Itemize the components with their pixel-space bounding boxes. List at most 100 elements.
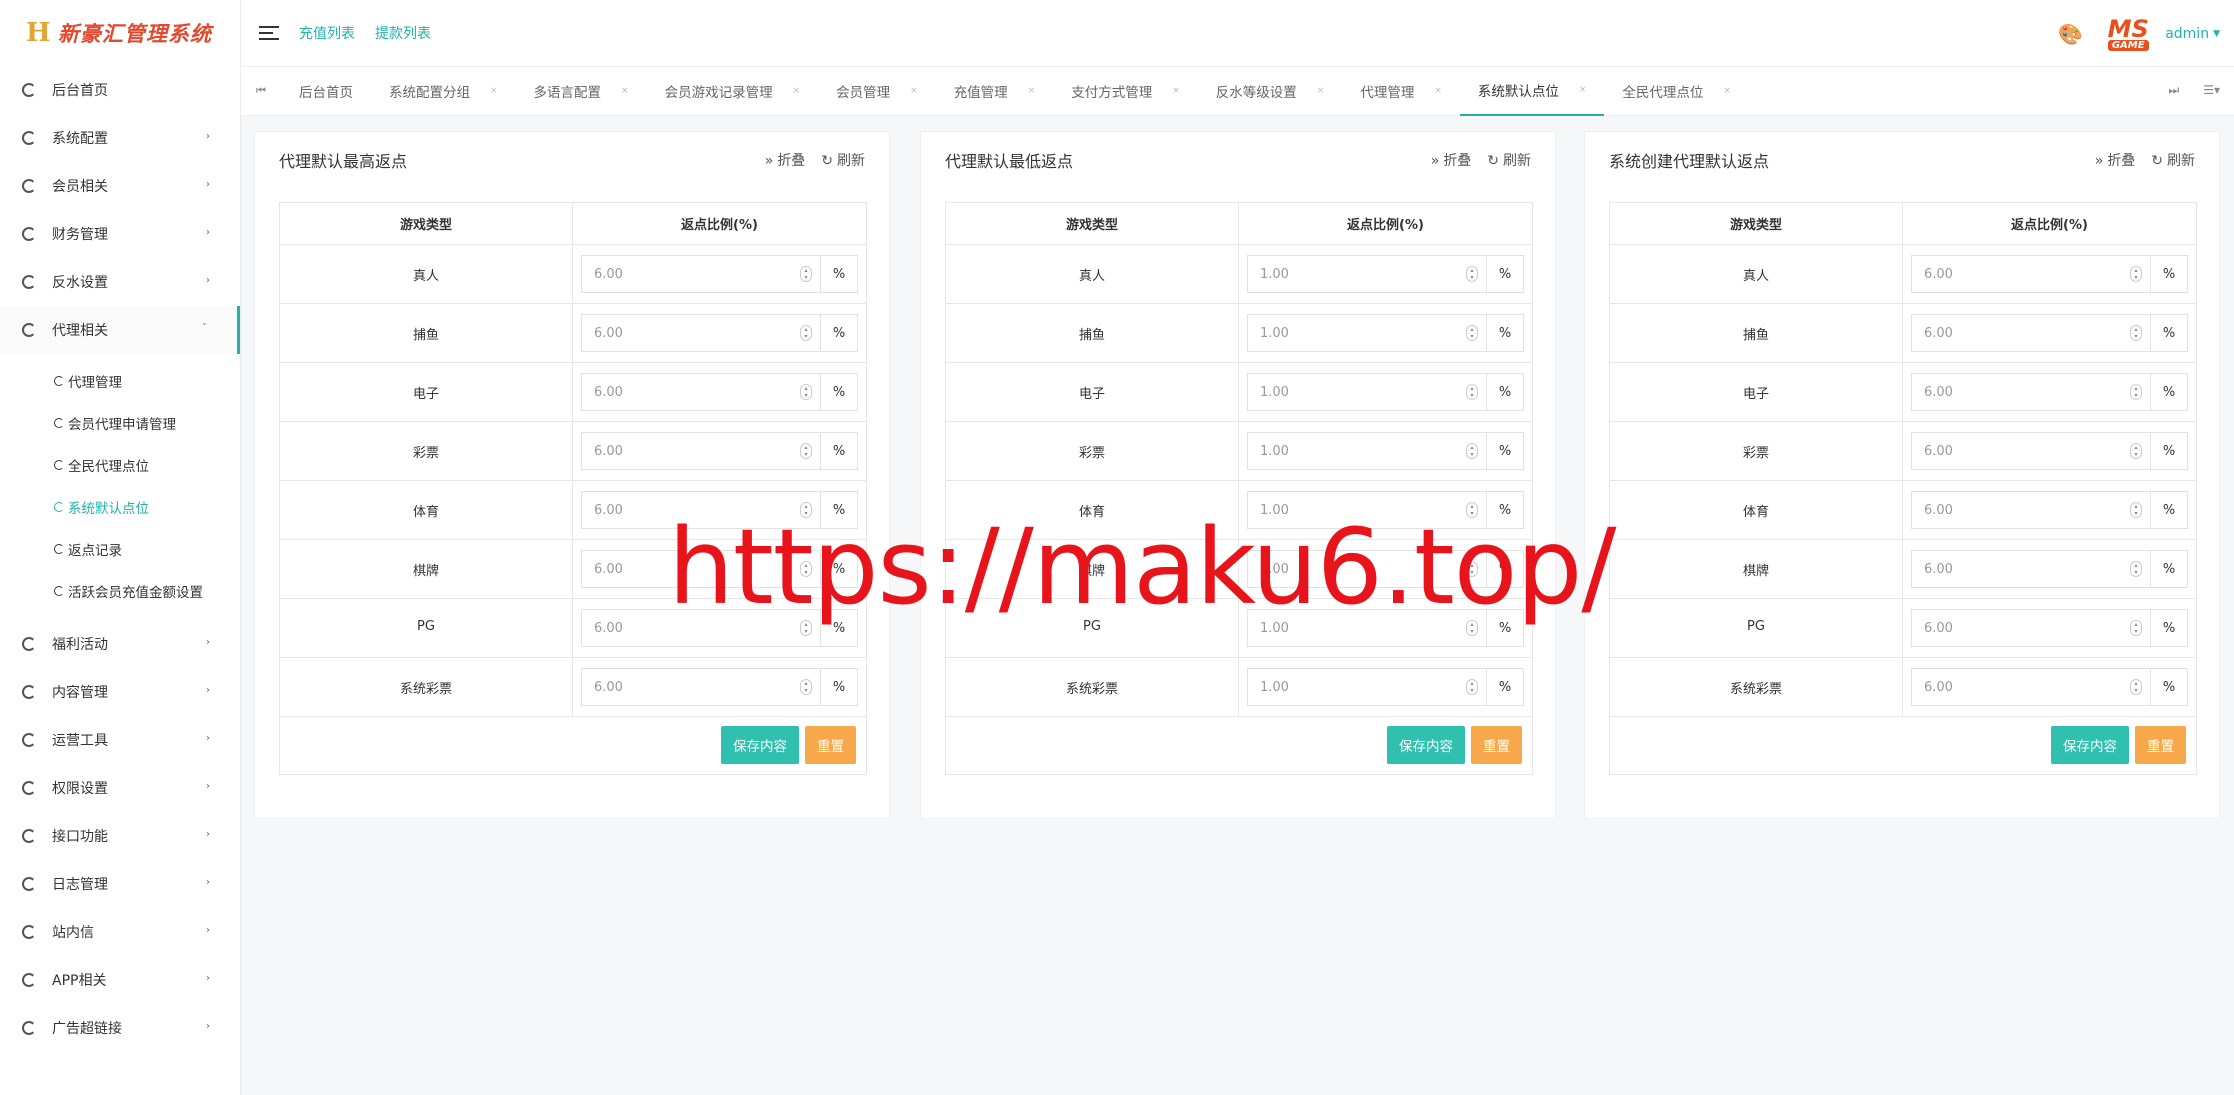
rebate-input[interactable]: 6.00 ▴ ▾: [1911, 550, 2150, 588]
close-icon[interactable]: ×: [1028, 86, 1036, 96]
submenu-item-0[interactable]: 代理管理: [0, 360, 240, 402]
rebate-input[interactable]: 1.00 ▴ ▾: [1247, 373, 1486, 411]
avatar[interactable]: MS GAME: [2103, 14, 2153, 54]
close-icon[interactable]: ×: [793, 86, 801, 96]
submenu-item-3[interactable]: 系统默认点位: [0, 486, 240, 528]
tab-7[interactable]: 反水等级设置 ×: [1198, 67, 1343, 116]
rebate-input[interactable]: 1.00 ▴ ▾: [1247, 668, 1486, 706]
close-icon[interactable]: ×: [1434, 86, 1442, 96]
sidebar-item-6[interactable]: 福利活动 ›: [0, 620, 240, 668]
stepper-icon[interactable]: ▴ ▾: [800, 325, 812, 341]
refresh-button[interactable]: ↻ 刷新: [2151, 150, 2195, 170]
stepper-icon[interactable]: ▴ ▾: [2130, 325, 2142, 341]
stepper-icon[interactable]: ▴ ▾: [800, 679, 812, 695]
close-icon[interactable]: ×: [910, 86, 918, 96]
tab-menu-icon[interactable]: ☰▾: [2203, 83, 2220, 98]
save-button[interactable]: 保存内容: [2051, 725, 2129, 764]
rebate-input[interactable]: 6.00 ▴ ▾: [1911, 255, 2150, 293]
collapse-button[interactable]: » 折叠: [2095, 150, 2136, 170]
rebate-input[interactable]: 6.00 ▴ ▾: [581, 314, 820, 352]
rebate-input[interactable]: 6.00 ▴ ▾: [581, 432, 820, 470]
stepper-icon[interactable]: ▴ ▾: [1466, 325, 1478, 341]
close-icon[interactable]: ×: [1723, 86, 1731, 96]
close-icon[interactable]: ×: [490, 86, 498, 96]
recharge-list-link[interactable]: 充值列表: [299, 23, 355, 43]
tab-6[interactable]: 支付方式管理 ×: [1053, 67, 1198, 116]
stepper-icon[interactable]: ▴ ▾: [2130, 561, 2142, 577]
stepper-icon[interactable]: ▴ ▾: [1466, 266, 1478, 282]
sidebar-item-13[interactable]: APP相关 ›: [0, 956, 240, 1004]
stepper-icon[interactable]: ▴ ▾: [2130, 502, 2142, 518]
tab-prev-icon[interactable]: ⏮: [241, 84, 281, 98]
rebate-input[interactable]: 1.00 ▴ ▾: [1247, 314, 1486, 352]
sidebar-item-4[interactable]: 反水设置 ›: [0, 258, 240, 306]
save-button[interactable]: 保存内容: [1387, 725, 1465, 764]
tab-4[interactable]: 会员管理 ×: [818, 67, 936, 116]
sidebar-item-11[interactable]: 日志管理 ›: [0, 860, 240, 908]
sidebar-item-14[interactable]: 广告超链接 ›: [0, 1004, 240, 1052]
collapse-button[interactable]: » 折叠: [765, 150, 806, 170]
stepper-icon[interactable]: ▴ ▾: [2130, 679, 2142, 695]
stepper-icon[interactable]: ▴ ▾: [1466, 679, 1478, 695]
submenu-item-2[interactable]: 全民代理点位: [0, 444, 240, 486]
rebate-input[interactable]: 1.00 ▴ ▾: [1247, 432, 1486, 470]
rebate-input[interactable]: 1.00 ▴ ▾: [1247, 255, 1486, 293]
tab-10[interactable]: 全民代理点位 ×: [1604, 67, 1749, 116]
sidebar-item-10[interactable]: 接口功能 ›: [0, 812, 240, 860]
tab-2[interactable]: 多语言配置 ×: [516, 67, 647, 116]
tab-5[interactable]: 充值管理 ×: [936, 67, 1054, 116]
submenu-item-5[interactable]: 活跃会员充值金额设置: [0, 570, 240, 612]
submenu-item-4[interactable]: 返点记录: [0, 528, 240, 570]
rebate-input[interactable]: 6.00 ▴ ▾: [1911, 668, 2150, 706]
rebate-input[interactable]: 6.00 ▴ ▾: [581, 373, 820, 411]
tab-8[interactable]: 代理管理 ×: [1342, 67, 1460, 116]
sidebar-item-8[interactable]: 运营工具 ›: [0, 716, 240, 764]
sidebar-item-9[interactable]: 权限设置 ›: [0, 764, 240, 812]
palette-icon[interactable]: 🎨: [2058, 22, 2083, 46]
stepper-icon[interactable]: ▴ ▾: [1466, 384, 1478, 400]
stepper-icon[interactable]: ▴ ▾: [1466, 443, 1478, 459]
close-icon[interactable]: ×: [1579, 85, 1587, 95]
stepper-icon[interactable]: ▴ ▾: [2130, 443, 2142, 459]
stepper-icon[interactable]: ▴ ▾: [2130, 266, 2142, 282]
sidebar-item-7[interactable]: 内容管理 ›: [0, 668, 240, 716]
sidebar-item-5[interactable]: 代理相关 ˇ: [0, 306, 240, 354]
stepper-icon[interactable]: ▴ ▾: [800, 384, 812, 400]
sidebar-item-12[interactable]: 站内信 ›: [0, 908, 240, 956]
reset-button[interactable]: 重置: [805, 725, 856, 764]
reset-button[interactable]: 重置: [1471, 725, 1522, 764]
caret-down-icon[interactable]: ▼: [2213, 29, 2220, 39]
close-icon[interactable]: ×: [1317, 86, 1325, 96]
menu-toggle-icon[interactable]: [259, 22, 279, 44]
tab-9[interactable]: 系统默认点位 ×: [1459, 67, 1605, 116]
rebate-input[interactable]: 6.00 ▴ ▾: [1911, 432, 2150, 470]
close-icon[interactable]: ×: [621, 86, 629, 96]
user-menu[interactable]: admin: [2165, 26, 2209, 42]
tab-0[interactable]: 后台首页: [281, 67, 371, 116]
tab-1[interactable]: 系统配置分组 ×: [371, 67, 516, 116]
rebate-input[interactable]: 6.00 ▴ ▾: [1911, 609, 2150, 647]
stepper-icon[interactable]: ▴ ▾: [2130, 384, 2142, 400]
stepper-icon[interactable]: ▴ ▾: [2130, 620, 2142, 636]
rebate-input[interactable]: 6.00 ▴ ▾: [1911, 373, 2150, 411]
rebate-input[interactable]: 6.00 ▴ ▾: [1911, 314, 2150, 352]
tab-3[interactable]: 会员游戏记录管理 ×: [647, 67, 819, 116]
rebate-input[interactable]: 6.00 ▴ ▾: [581, 668, 820, 706]
stepper-icon[interactable]: ▴ ▾: [800, 443, 812, 459]
collapse-button[interactable]: » 折叠: [1431, 150, 1472, 170]
withdraw-list-link[interactable]: 提款列表: [375, 23, 431, 43]
save-button[interactable]: 保存内容: [721, 725, 799, 764]
rebate-input[interactable]: 6.00 ▴ ▾: [581, 255, 820, 293]
logo[interactable]: H 新豪汇管理系统: [0, 0, 240, 66]
rebate-input[interactable]: 6.00 ▴ ▾: [1911, 491, 2150, 529]
sidebar-item-2[interactable]: 会员相关 ›: [0, 162, 240, 210]
close-icon[interactable]: ×: [1172, 86, 1180, 96]
tab-next-icon[interactable]: ⏭: [2168, 83, 2179, 98]
sidebar-item-1[interactable]: 系统配置 ›: [0, 114, 240, 162]
refresh-button[interactable]: ↻ 刷新: [821, 150, 865, 170]
sidebar-item-0[interactable]: 后台首页: [0, 66, 240, 114]
refresh-button[interactable]: ↻ 刷新: [1487, 150, 1531, 170]
stepper-icon[interactable]: ▴ ▾: [800, 266, 812, 282]
reset-button[interactable]: 重置: [2135, 725, 2186, 764]
sidebar-item-3[interactable]: 财务管理 ›: [0, 210, 240, 258]
